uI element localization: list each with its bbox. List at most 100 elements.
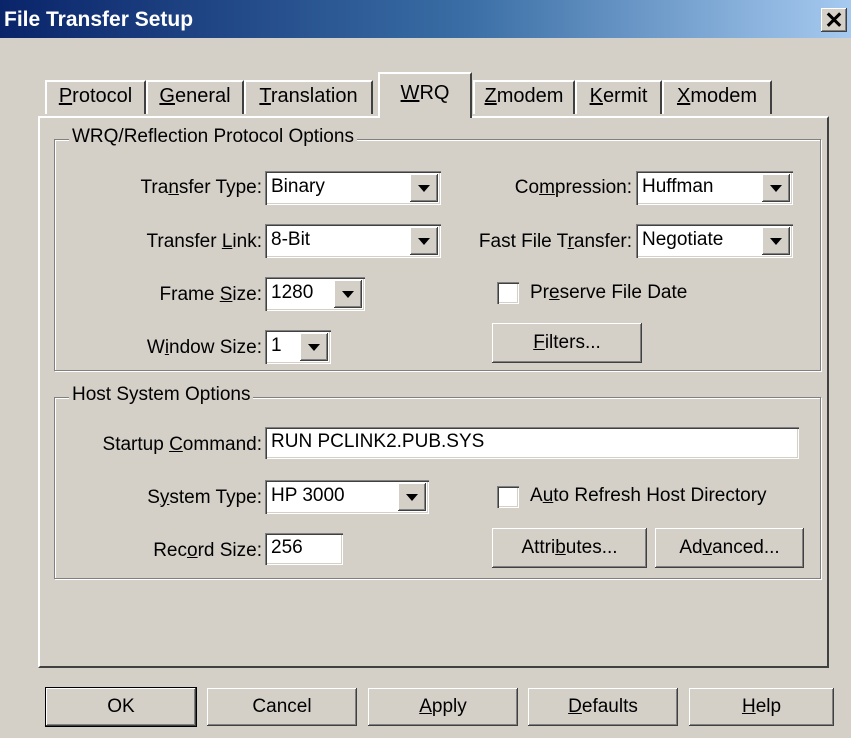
label-text: A	[530, 485, 543, 506]
button-label-accel: F	[533, 332, 545, 353]
defaults-button[interactable]: Defaults	[528, 688, 678, 726]
transfer-type-label: Transfer Type:	[70, 177, 262, 199]
chevron-down-icon[interactable]	[300, 333, 328, 361]
tab-label-accel: W	[400, 82, 420, 104]
fast-file-transfer-select[interactable]: Negotiate	[636, 224, 793, 258]
button-label: utes...	[565, 537, 618, 558]
window-size-select[interactable]: 1	[265, 330, 331, 364]
selected-value: HP 3000	[271, 485, 345, 506]
record-size-input[interactable]: 256	[265, 533, 343, 565]
button-label-accel: H	[741, 696, 756, 717]
label-text: Tra	[140, 177, 169, 198]
startup-command-label: Startup Command:	[70, 434, 262, 456]
chevron-down-icon[interactable]	[410, 227, 438, 255]
tab-label: modem	[690, 85, 758, 107]
system-type-label: System Type:	[70, 487, 262, 509]
label-accel: S	[219, 284, 233, 305]
label-text: Rec	[153, 540, 187, 561]
label-text: Transfer	[146, 231, 222, 252]
button-label: efaults	[581, 696, 638, 717]
transfer-type-select[interactable]: Binary	[265, 171, 441, 205]
chevron-down-icon[interactable]	[762, 174, 790, 202]
button-label-accel: A	[419, 696, 432, 717]
tab-label: modem	[496, 85, 564, 107]
tab-label-accel: K	[589, 85, 603, 107]
label-accel: m	[539, 177, 555, 198]
tab-protocol[interactable]: Protocol	[45, 80, 146, 114]
frame-size-select[interactable]: 1280	[265, 277, 365, 311]
selected-value: 1	[271, 335, 282, 356]
apply-button[interactable]: Apply	[368, 688, 518, 726]
tab-general[interactable]: General	[146, 80, 244, 114]
label-text: ansfer:	[573, 231, 632, 252]
button-label: elp	[755, 696, 782, 717]
preserve-file-date-label[interactable]: Preserve File Date	[530, 282, 687, 304]
chevron-down-icon[interactable]	[410, 174, 438, 202]
label-accel: L	[221, 231, 233, 252]
tab-label: eneral	[174, 85, 231, 107]
title-bar[interactable]: File Transfer Setup ✕	[0, 0, 851, 38]
label-text: to Refresh Host Directory	[553, 485, 767, 506]
transfer-link-label: Transfer Link:	[70, 231, 262, 253]
tab-label: rotocol	[72, 85, 133, 107]
cancel-button[interactable]: Cancel	[207, 688, 357, 726]
label-text: ize:	[232, 284, 262, 305]
button-label: OK	[107, 696, 135, 717]
tab-label-accel: P	[58, 85, 73, 107]
button-label: Ad	[679, 537, 703, 558]
filters-button[interactable]: Filters...	[492, 323, 642, 363]
fast-file-transfer-label: Fast File Transfer:	[455, 231, 632, 253]
help-button[interactable]: Help	[689, 688, 834, 726]
selected-value: Binary	[271, 176, 325, 197]
tab-wrq[interactable]: WRQ	[378, 72, 472, 118]
window-size-label: Window Size:	[70, 337, 262, 359]
system-type-select[interactable]: HP 3000	[265, 480, 429, 514]
input-value: 256	[271, 537, 303, 558]
auto-refresh-label[interactable]: Auto Refresh Host Directory	[530, 485, 767, 507]
label-accel: C	[169, 434, 183, 455]
label-text: stem Type:	[169, 487, 262, 508]
button-label: anced...	[712, 537, 780, 558]
tab-translation[interactable]: Translation	[244, 80, 373, 114]
close-button[interactable]: ✕	[821, 7, 847, 33]
file-transfer-setup-dialog: File Transfer Setup ✕ Protocol General T…	[0, 0, 851, 738]
chevron-down-icon[interactable]	[334, 280, 362, 308]
button-label: ilters...	[544, 332, 601, 353]
compression-select[interactable]: Huffman	[636, 171, 793, 205]
label-accel: u	[542, 485, 554, 506]
label-text: rd Size:	[197, 540, 262, 561]
label-text: pression:	[554, 177, 632, 198]
label-text: ndow Size:	[169, 337, 262, 358]
button-label-accel: v	[702, 537, 713, 558]
input-value: RUN PCLINK2.PUB.SYS	[271, 431, 485, 452]
group-title: Host System Options	[69, 384, 254, 406]
selected-value: 8-Bit	[271, 229, 311, 250]
button-label: Attri	[521, 537, 556, 558]
ok-button[interactable]: OK	[46, 688, 196, 726]
label-text: Startup	[102, 434, 170, 455]
preserve-file-date-checkbox[interactable]	[497, 282, 519, 304]
tab-label-accel: G	[159, 85, 175, 107]
label-text: Frame	[159, 284, 220, 305]
chevron-down-icon[interactable]	[398, 483, 426, 511]
auto-refresh-checkbox[interactable]	[497, 486, 519, 508]
tab-xmodem[interactable]: Xmodem	[662, 80, 772, 114]
group-title: WRQ/Reflection Protocol Options	[69, 126, 357, 148]
tab-label: ranslation	[270, 85, 358, 107]
attributes-button[interactable]: Attributes...	[492, 528, 647, 568]
label-accel: y	[159, 487, 170, 508]
transfer-link-select[interactable]: 8-Bit	[265, 224, 441, 258]
label-text: sfer Type:	[178, 177, 262, 198]
chevron-down-icon[interactable]	[762, 227, 790, 255]
label-accel: e	[549, 282, 560, 303]
startup-command-input[interactable]: RUN PCLINK2.PUB.SYS	[265, 427, 799, 459]
tab-zmodem[interactable]: Zmodem	[473, 80, 575, 114]
compression-label: Compression:	[460, 177, 632, 199]
tab-kermit[interactable]: Kermit	[575, 80, 662, 114]
selected-value: Huffman	[642, 176, 714, 197]
tab-label: ermit	[602, 85, 648, 107]
tab-label-accel: X	[676, 85, 691, 107]
selected-value: Negotiate	[642, 229, 724, 250]
selected-value: 1280	[271, 282, 314, 303]
advanced-button[interactable]: Advanced...	[655, 528, 804, 568]
